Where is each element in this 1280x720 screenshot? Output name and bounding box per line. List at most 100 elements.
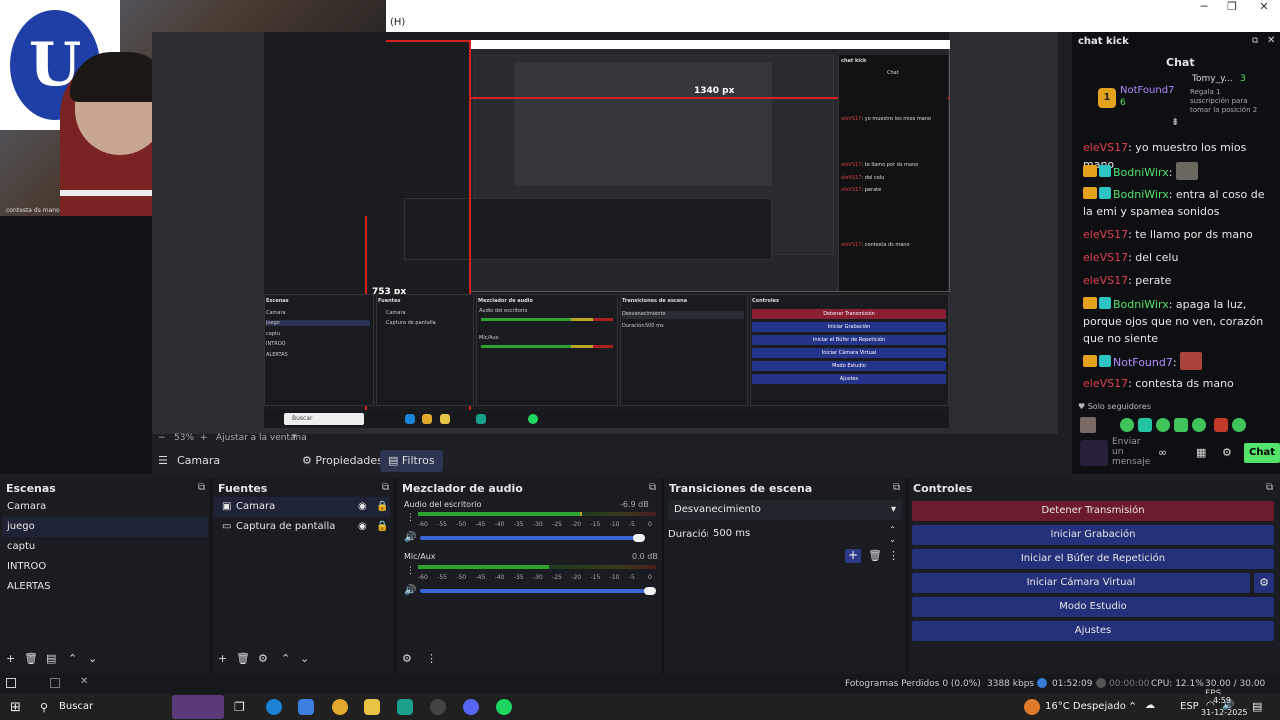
- menu-help[interactable]: (H): [390, 17, 405, 28]
- emote-icon[interactable]: [1120, 418, 1134, 432]
- more-icon[interactable]: ⋮: [406, 513, 415, 523]
- discord-icon[interactable]: [463, 699, 479, 715]
- volume-knob[interactable]: [644, 587, 656, 595]
- chevron-down-icon[interactable]: ▾: [292, 432, 297, 442]
- stepper-down-icon[interactable]: ⌄: [889, 530, 896, 550]
- emote-bar[interactable]: [1080, 417, 1264, 433]
- emote-icon[interactable]: [1192, 418, 1206, 432]
- scene-item[interactable]: INTROO: [2, 557, 208, 577]
- scene-item[interactable]: ALERTAS: [2, 577, 208, 597]
- windows-start-icon[interactable]: ⊞: [10, 700, 21, 715]
- settings-button[interactable]: Ajustes: [912, 621, 1274, 641]
- trash-icon[interactable]: 🗑: [868, 549, 882, 562]
- clock-time[interactable]: 4:59: [1213, 696, 1231, 705]
- more-icon[interactable]: ⋮: [888, 549, 899, 562]
- arrow-up-icon[interactable]: ⌃: [281, 652, 290, 665]
- chat-input[interactable]: Enviar un mensaje: [1112, 437, 1152, 467]
- source-item[interactable]: ▭ Captura de pantalla ◉ 🔒: [214, 517, 390, 537]
- arrow-down-icon[interactable]: ⌄: [300, 652, 309, 665]
- gear-icon[interactable]: ⚙: [1254, 573, 1274, 593]
- weather-text[interactable]: 16°C Despejado: [1045, 701, 1126, 712]
- lock-icon[interactable]: 🔒: [376, 517, 388, 537]
- edge-icon[interactable]: [266, 699, 282, 715]
- trash-icon[interactable]: 🗑: [236, 652, 250, 665]
- close-icon[interactable]: ✕: [1248, 0, 1280, 14]
- gift-icon[interactable]: ▦: [1196, 446, 1206, 459]
- chat-send-button[interactable]: Chat: [1244, 443, 1280, 463]
- popout-icon[interactable]: ⧉: [893, 482, 900, 493]
- speaker-icon[interactable]: 🔊: [404, 585, 416, 596]
- filter-icon[interactable]: ▤: [46, 652, 56, 665]
- volume-slider[interactable]: [420, 589, 650, 593]
- popout-icon[interactable]: ⧉: [198, 482, 205, 493]
- filters-button[interactable]: ▤ Filtros: [380, 450, 443, 472]
- lock-icon[interactable]: 🔒: [376, 497, 388, 517]
- zoom-in-icon[interactable]: +: [200, 433, 208, 443]
- language-indicator[interactable]: ESP: [1180, 701, 1199, 712]
- chrome-icon[interactable]: [332, 699, 348, 715]
- emote-icon[interactable]: [1156, 418, 1170, 432]
- eye-icon[interactable]: ◉: [358, 517, 367, 537]
- volume-knob[interactable]: [632, 534, 645, 542]
- mixer-settings-icon[interactable]: ⚙: [402, 652, 412, 665]
- trash-icon[interactable]: 🗑: [24, 652, 38, 665]
- notifications-icon[interactable]: ▤: [1252, 700, 1262, 713]
- add-icon[interactable]: +: [6, 652, 15, 665]
- popout-icon[interactable]: ⧉: [382, 482, 389, 493]
- volume-slider[interactable]: [420, 536, 639, 540]
- restore-icon[interactable]: [50, 678, 60, 688]
- studio-mode-button[interactable]: Modo Estudio: [912, 597, 1274, 617]
- more-icon[interactable]: ⋮: [406, 566, 415, 576]
- popout-icon[interactable]: ⧉: [649, 482, 656, 493]
- duration-input[interactable]: 500 ms ⌃ ⌄: [708, 524, 902, 544]
- mic-icon[interactable]: [1080, 440, 1108, 466]
- search-icon[interactable]: ⚲: [40, 701, 48, 714]
- collapse-icon[interactable]: ⇟: [1171, 117, 1179, 128]
- source-item[interactable]: ▣ Camara ◉ 🔒: [214, 497, 390, 517]
- emote-icon[interactable]: [1232, 418, 1246, 432]
- add-icon[interactable]: +: [218, 652, 227, 665]
- scene-item[interactable]: juego: [2, 517, 208, 537]
- spotify-icon[interactable]: [496, 699, 512, 715]
- transition-select[interactable]: Desvanecimiento ▾: [668, 500, 902, 520]
- speaker-icon[interactable]: 🔊: [404, 532, 416, 543]
- task-view-icon[interactable]: ❐: [234, 700, 245, 714]
- app-icon[interactable]: [397, 699, 413, 715]
- chevron-up-icon[interactable]: ⌃: [1128, 700, 1137, 713]
- taskbar-search[interactable]: Buscar: [59, 701, 93, 712]
- scene-item[interactable]: Camara: [2, 497, 208, 517]
- properties-button[interactable]: ⚙ Propiedades: [302, 450, 383, 472]
- emote-icon[interactable]: [1138, 418, 1152, 432]
- clock-date[interactable]: 31-12-2025: [1201, 708, 1248, 717]
- popout-icon[interactable]: ⧉: [1252, 36, 1258, 46]
- copilot-icon[interactable]: [298, 699, 314, 715]
- emoji-icon[interactable]: ∞: [1158, 446, 1167, 459]
- popout-icon[interactable]: ⧉: [1266, 482, 1273, 493]
- onedrive-icon[interactable]: ☁: [1145, 700, 1155, 711]
- top-gifter-badge: 1: [1098, 88, 1116, 108]
- window-thumb-icon[interactable]: [6, 678, 16, 688]
- folder-icon[interactable]: [364, 699, 380, 715]
- arrow-down-icon[interactable]: ⌄: [88, 652, 97, 665]
- settings-icon[interactable]: ⚙: [1222, 446, 1232, 459]
- close-icon[interactable]: ✕: [80, 676, 88, 687]
- emote-icon[interactable]: [1214, 418, 1228, 432]
- start-recording-button[interactable]: Iniciar Grabación: [912, 525, 1274, 545]
- eye-icon[interactable]: ◉: [358, 497, 367, 517]
- add-transition-icon[interactable]: +: [845, 549, 861, 563]
- zoom-out-icon[interactable]: −: [158, 433, 166, 443]
- gear-icon[interactable]: ⚙: [258, 652, 268, 665]
- scene-item[interactable]: captu: [2, 537, 208, 557]
- arrow-up-icon[interactable]: ⌃: [68, 652, 77, 665]
- mini-chat-user: eleVS17: [841, 175, 862, 181]
- close-chat-icon[interactable]: ✕: [1267, 35, 1275, 46]
- stop-stream-button[interactable]: Detener Transmisión: [912, 501, 1274, 521]
- obs-icon[interactable]: [430, 699, 446, 715]
- spotify-icon: [528, 414, 538, 424]
- virtual-camera-button[interactable]: Iniciar Cámara Virtual: [912, 573, 1250, 593]
- emote-icon[interactable]: [1080, 417, 1096, 433]
- replay-buffer-button[interactable]: Iniciar el Búfer de Repetición: [912, 549, 1274, 569]
- restore-icon[interactable]: ❐: [1216, 0, 1248, 14]
- emote-icon[interactable]: [1174, 418, 1188, 432]
- more-icon[interactable]: ⋮: [426, 652, 437, 665]
